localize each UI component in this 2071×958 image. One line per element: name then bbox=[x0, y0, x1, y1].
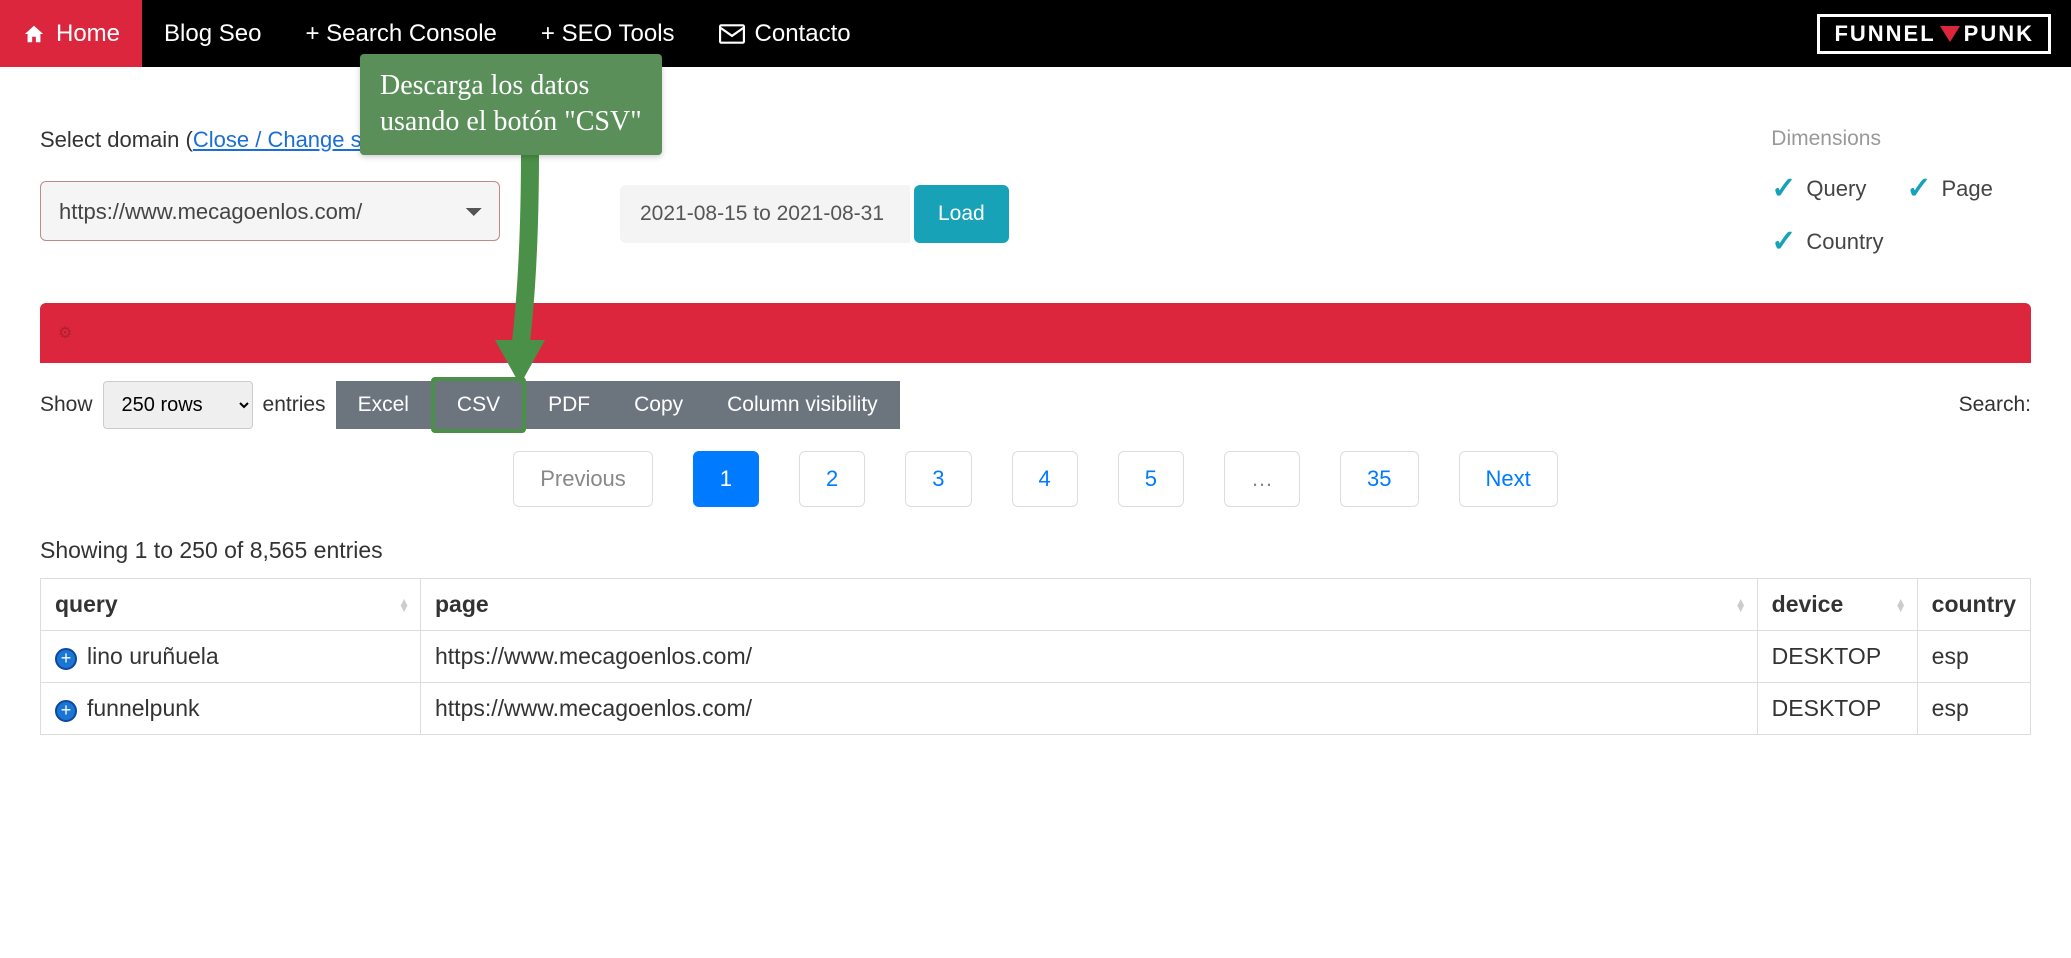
check-icon: ✓ bbox=[1906, 171, 1931, 206]
nav-contacto-label: Contacto bbox=[755, 20, 851, 48]
col-device-label: device bbox=[1772, 591, 1844, 617]
home-icon bbox=[22, 23, 46, 45]
dim-page[interactable]: ✓ Page bbox=[1906, 171, 1993, 206]
select-domain-text: Select domain ( bbox=[40, 127, 193, 152]
dim-query[interactable]: ✓ Query bbox=[1771, 171, 1866, 206]
nav-sc-label: + Search Console bbox=[305, 20, 496, 48]
page-1[interactable]: 1 bbox=[693, 451, 759, 507]
callout-arrow-icon bbox=[470, 150, 560, 390]
cell-device: DESKTOP bbox=[1757, 683, 1917, 735]
page-35[interactable]: 35 bbox=[1340, 451, 1418, 507]
date-range-input[interactable] bbox=[620, 185, 910, 243]
nav-contacto[interactable]: Contacto bbox=[697, 0, 873, 67]
sort-icon: ▲▼ bbox=[1735, 599, 1747, 611]
page-prev[interactable]: Previous bbox=[513, 451, 653, 507]
logo-triangle-icon bbox=[1940, 26, 1960, 42]
cell-country: esp bbox=[1917, 683, 2030, 735]
logo-text-b: PUNK bbox=[1964, 21, 2034, 47]
callout-tooltip: Descarga los datos usando el botón "CSV" bbox=[360, 54, 662, 155]
copy-button[interactable]: Copy bbox=[612, 381, 705, 429]
col-page-label: page bbox=[435, 591, 489, 617]
navbar: Home Blog Seo + Search Console + SEO Too… bbox=[0, 0, 2071, 67]
load-button[interactable]: Load bbox=[914, 185, 1009, 243]
gear-icon[interactable]: ⚙ bbox=[58, 323, 72, 343]
table-header-banner: ⚙ bbox=[40, 303, 2031, 363]
page-ellipsis: … bbox=[1224, 451, 1300, 507]
col-query-label: query bbox=[55, 591, 118, 617]
logo-text-a: FUNNEL bbox=[1834, 21, 1935, 47]
cell-device: DESKTOP bbox=[1757, 631, 1917, 683]
showing-info: Showing 1 to 250 of 8,565 entries bbox=[40, 537, 2031, 564]
expand-row-icon[interactable]: + bbox=[55, 700, 77, 722]
callout-line2: usando el botón "CSV" bbox=[380, 104, 642, 140]
mail-icon bbox=[719, 24, 745, 44]
cell-page: https://www.mecagoenlos.com/ bbox=[421, 631, 1758, 683]
dimensions-panel: Dimensions ✓ Query ✓ Page ✓ Country bbox=[1771, 127, 2031, 277]
rows-per-page-select[interactable]: 250 rows bbox=[103, 381, 253, 429]
dim-country-label: Country bbox=[1806, 229, 1883, 255]
col-country-label: country bbox=[1932, 591, 2016, 617]
table-row: + funnelpunk https://www.mecagoenlos.com/… bbox=[41, 683, 2031, 735]
nav-blog-seo[interactable]: Blog Seo bbox=[142, 0, 283, 67]
col-device[interactable]: device ▲▼ bbox=[1757, 579, 1917, 631]
nav-tools-label: + SEO Tools bbox=[541, 20, 675, 48]
check-icon: ✓ bbox=[1771, 171, 1796, 206]
show-label: Show bbox=[40, 393, 93, 417]
colvis-button[interactable]: Column visibility bbox=[705, 381, 900, 429]
excel-button[interactable]: Excel bbox=[336, 381, 431, 429]
domain-select[interactable]: https://www.mecagoenlos.com/ bbox=[40, 181, 500, 241]
page-5[interactable]: 5 bbox=[1118, 451, 1184, 507]
dim-page-label: Page bbox=[1941, 176, 1992, 202]
cell-query: lino uruñuela bbox=[87, 643, 219, 669]
search-label: Search: bbox=[1959, 393, 2031, 417]
col-query[interactable]: query ▲▼ bbox=[41, 579, 421, 631]
nav-home[interactable]: Home bbox=[0, 0, 142, 67]
sort-icon: ▲▼ bbox=[1895, 599, 1907, 611]
sort-icon: ▲▼ bbox=[398, 599, 410, 611]
expand-row-icon[interactable]: + bbox=[55, 648, 77, 670]
col-page[interactable]: page ▲▼ bbox=[421, 579, 1758, 631]
cell-country: esp bbox=[1917, 631, 2030, 683]
table-row: + lino uruñuela https://www.mecagoenlos.c… bbox=[41, 631, 2031, 683]
pagination: Previous 1 2 3 4 5 … 35 Next bbox=[40, 451, 2031, 507]
page-4[interactable]: 4 bbox=[1012, 451, 1078, 507]
dim-query-label: Query bbox=[1806, 176, 1866, 202]
nav-home-label: Home bbox=[56, 20, 120, 48]
logo[interactable]: FUNNEL PUNK bbox=[1817, 14, 2051, 54]
cell-query: funnelpunk bbox=[87, 695, 200, 721]
page-3[interactable]: 3 bbox=[905, 451, 971, 507]
page-2[interactable]: 2 bbox=[799, 451, 865, 507]
results-table: query ▲▼ page ▲▼ device ▲▼ country + lino ur… bbox=[40, 578, 2031, 735]
check-icon: ✓ bbox=[1771, 224, 1796, 259]
col-country[interactable]: country bbox=[1917, 579, 2030, 631]
cell-page: https://www.mecagoenlos.com/ bbox=[421, 683, 1758, 735]
callout-line1: Descarga los datos bbox=[380, 68, 642, 104]
nav-blog-label: Blog Seo bbox=[164, 20, 261, 48]
page-next[interactable]: Next bbox=[1459, 451, 1558, 507]
dim-country[interactable]: ✓ Country bbox=[1771, 224, 1883, 259]
dimensions-title: Dimensions bbox=[1771, 127, 1881, 151]
entries-label: entries bbox=[263, 393, 326, 417]
export-button-group: Excel CSV PDF Copy Column visibility bbox=[336, 381, 900, 429]
